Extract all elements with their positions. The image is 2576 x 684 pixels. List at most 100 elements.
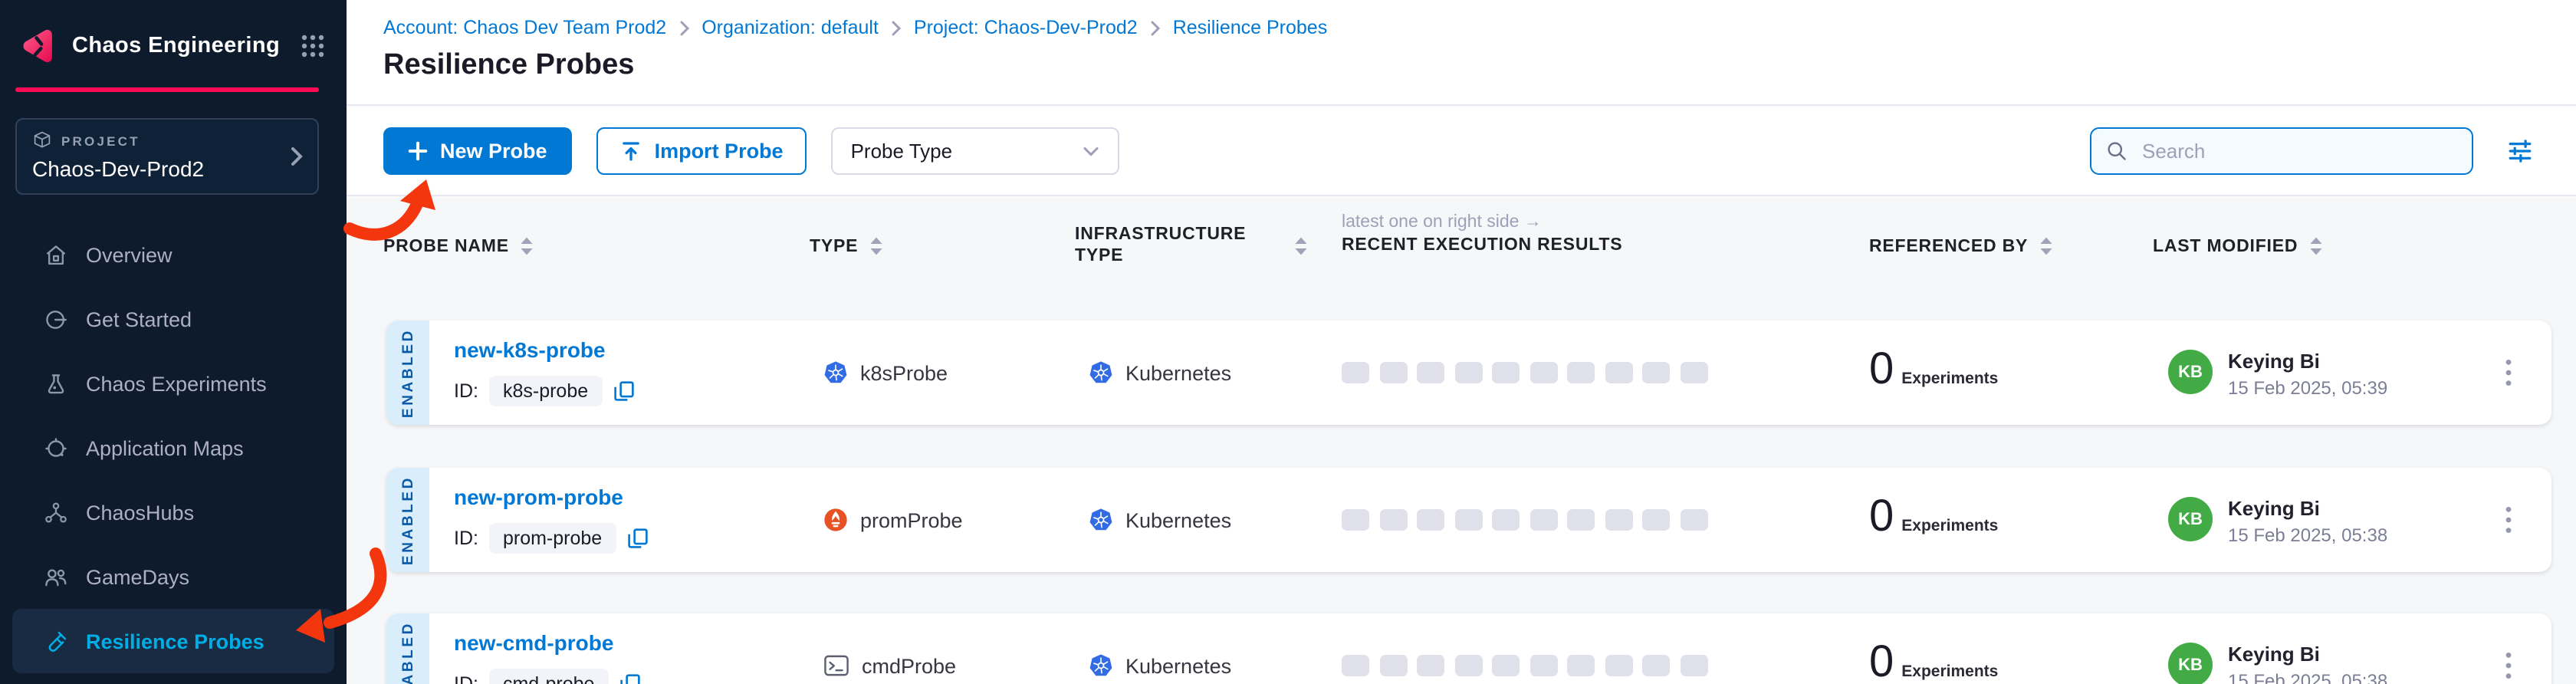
copy-icon[interactable] [619,673,640,684]
chevron-right-icon [1150,19,1161,36]
chevron-down-icon [1083,145,1099,157]
breadcrumb-organization[interactable]: Organization: default [702,17,879,38]
import-probe-button[interactable]: Import Probe [596,127,807,175]
referenced-by-cell: 0 Experiments [1869,348,1998,393]
last-modified-cell: KB Keying Bi 15 Feb 2025, 05:38 [2168,643,2387,684]
sidebar-item-label: Resilience Probes [86,630,264,653]
cube-icon [32,130,52,150]
recent-execution-placeholders [1342,509,1707,531]
module-title: Chaos Engineering [72,34,280,58]
column-header-last-modified[interactable]: LAST MODIFIED [2153,236,2322,256]
sort-icon [520,236,534,256]
modified-at: 15 Feb 2025, 05:38 [2228,525,2387,546]
avatar: KB [2168,350,2213,394]
experiments-label: Experiments [1901,370,1998,393]
probe-type-dropdown[interactable]: Probe Type [831,127,1119,175]
sort-icon [1294,236,1308,256]
chevron-right-icon [678,19,689,36]
sidebar-item-label: Chaos Experiments [86,372,267,395]
avatar: KB [2168,643,2213,684]
infrastructure-cell: Kubernetes [1089,321,1231,425]
kubernetes-icon [1089,653,1113,678]
probe-type-cell: cmdProbe [823,613,956,684]
sidebar-item-chaos-experiments[interactable]: Chaos Experiments [0,351,347,416]
module-switcher-grid-icon[interactable] [301,34,325,58]
sidebar-menu: Overview Get Started Chaos Experiment [0,222,347,673]
probe-id-chip: cmd-probe [489,669,609,684]
experiments-label: Experiments [1901,663,1998,684]
sidebar-item-get-started[interactable]: Get Started [0,287,347,351]
probe-table-area [347,198,2576,684]
sidebar-item-resilience-probes[interactable]: Resilience Probes [12,609,334,673]
probe-name-link[interactable]: new-prom-probe [454,485,623,509]
filter-sliders-icon[interactable] [2507,138,2533,164]
breadcrumb: Account: Chaos Dev Team Prod2 Organizati… [383,17,2576,38]
status-badge: ENABLED [386,468,429,572]
modified-by: Keying Bi [2228,350,2387,373]
probe-id-chip: prom-probe [489,523,616,554]
module-accent-line [15,87,319,92]
experiments-label: Experiments [1901,517,1998,540]
search-input[interactable] [2139,138,2458,164]
project-selector[interactable]: PROJECT Chaos-Dev-Prod2 [15,118,319,195]
probe-id-row: ID: prom-probe [454,523,648,554]
chevron-right-icon [891,19,902,36]
column-header-referenced-by[interactable]: REFERENCED BY [1869,236,2052,256]
modified-by: Keying Bi [2228,643,2387,666]
last-modified-cell: KB Keying Bi 15 Feb 2025, 05:38 [2168,497,2387,546]
modified-at: 15 Feb 2025, 05:38 [2228,670,2387,684]
sort-icon [2308,236,2322,256]
sidebar-item-label: Overview [86,243,172,266]
sidebar-item-chaoshubs[interactable]: ChaosHubs [0,480,347,544]
import-icon [619,140,642,163]
sidebar-item-label: Get Started [86,307,192,330]
copy-icon[interactable] [613,380,634,402]
last-modified-cell: KB Keying Bi 15 Feb 2025, 05:39 [2168,350,2387,399]
copy-icon[interactable] [626,528,648,549]
referenced-by-cell: 0 Experiments [1869,641,1998,684]
breadcrumb-current[interactable]: Resilience Probes [1173,17,1328,38]
new-probe-button[interactable]: New Probe [383,127,572,175]
row-menu-kebab-icon[interactable] [2502,356,2515,390]
breadcrumb-account[interactable]: Account: Chaos Dev Team Prod2 [383,17,666,38]
chevron-right-icon [290,146,304,167]
probe-row-new-cmd-probe: ENABLED new-cmd-probe ID: cmd-probe [386,613,2551,684]
experiments-count: 0 [1869,641,1894,684]
row-menu-kebab-icon[interactable] [2502,503,2515,537]
infrastructure-cell: Kubernetes [1089,613,1231,684]
people-icon [41,564,69,590]
column-header-probe-name[interactable]: PROBE NAME [383,236,534,256]
harness-chaos-logo-icon [18,26,58,66]
probe-name-link[interactable]: new-cmd-probe [454,630,613,655]
status-badge: ENABLED [386,321,429,425]
probe-name-link[interactable]: new-k8s-probe [454,337,606,362]
column-header-infrastructure-type[interactable]: INFRASTRUCTURE TYPE [1075,224,1308,268]
avatar: KB [2168,497,2213,541]
row-menu-kebab-icon[interactable] [2502,649,2515,682]
toolbar: New Probe Import Probe Probe Type [347,107,2576,196]
referenced-by-cell: 0 Experiments [1869,495,1998,540]
main-content: Account: Chaos Dev Team Prod2 Organizati… [347,0,2576,684]
probe-type-cell: k8sProbe [823,321,948,425]
modified-by: Keying Bi [2228,497,2387,520]
column-header-type[interactable]: TYPE [810,236,882,256]
prometheus-icon [823,508,848,532]
sidebar-item-application-maps[interactable]: Application Maps [0,416,347,480]
modified-at: 15 Feb 2025, 05:39 [2228,377,2387,399]
kubernetes-icon [1089,360,1113,385]
page-header: Account: Chaos Dev Team Prod2 Organizati… [347,0,2576,106]
probe-row-new-k8s-probe: ENABLED new-k8s-probe ID: k8s-probe [386,321,2551,425]
kubernetes-icon [1089,508,1113,532]
infrastructure-cell: Kubernetes [1089,468,1231,572]
breadcrumb-project[interactable]: Project: Chaos-Dev-Prod2 [914,17,1138,38]
recent-execution-placeholders [1342,655,1707,676]
sidebar-item-gamedays[interactable]: GameDays [0,544,347,609]
chaos-engineering-app: Chaos Engineering PROJECT [0,0,2576,684]
probe-id-row: ID: k8s-probe [454,376,634,406]
sidebar-item-label: GameDays [86,565,189,588]
logo-row: Chaos Engineering [0,0,347,66]
sort-icon [2039,236,2052,256]
sidebar-item-overview[interactable]: Overview [0,222,347,287]
project-label: PROJECT [61,133,140,148]
probe-id-chip: k8s-probe [489,376,602,406]
